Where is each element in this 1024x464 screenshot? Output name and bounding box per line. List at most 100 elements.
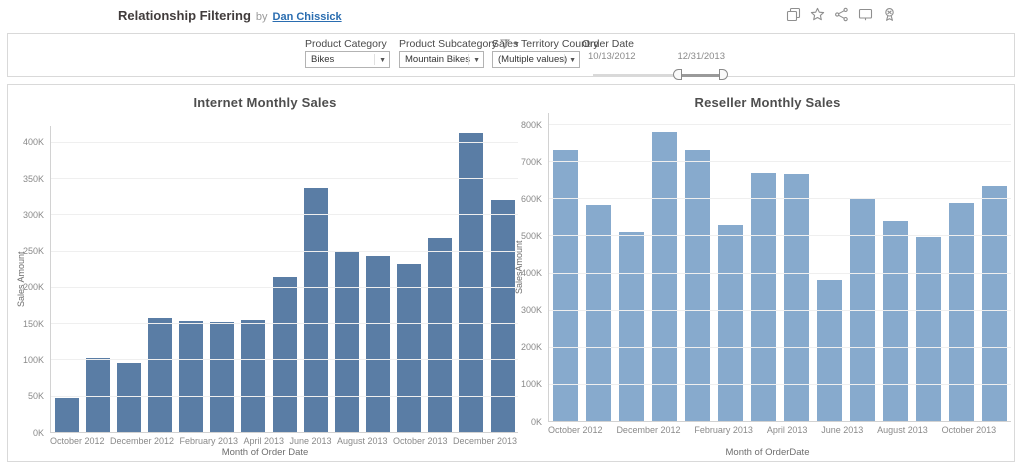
- favorite-star-icon[interactable]: [810, 7, 825, 22]
- bar[interactable]: [148, 318, 172, 432]
- gridline: [549, 124, 1011, 125]
- sales-territory-country-select[interactable]: (Multiple values) ▼: [492, 51, 580, 68]
- dashboard-panel: Internet Monthly Sales Sales Amount Octo…: [7, 84, 1015, 462]
- download-icon[interactable]: [858, 7, 873, 22]
- gridline: [51, 359, 518, 360]
- bar[interactable]: [210, 322, 234, 432]
- y-tick-label: 400K: [10, 137, 44, 147]
- bar[interactable]: [491, 200, 515, 432]
- product-subcategory-select[interactable]: Mountain Bikes ▼: [399, 51, 484, 68]
- slider-selected-range[interactable]: [678, 74, 724, 77]
- x-tick-label: December 2012: [616, 425, 680, 435]
- x-axis-title: Month of OrderDate: [520, 447, 1015, 458]
- bar[interactable]: [179, 321, 203, 432]
- bar[interactable]: [241, 320, 265, 432]
- y-tick-label: 0K: [10, 428, 44, 438]
- share-icon[interactable]: [834, 7, 849, 22]
- filter-sales-territory-country: Sales Territory Country (Multiple values…: [492, 38, 582, 50]
- y-tick-label: 0K: [520, 417, 542, 427]
- x-tick-label: [807, 425, 821, 435]
- bar[interactable]: [553, 150, 578, 421]
- x-tick-label: December 2012: [110, 436, 174, 446]
- gridline: [51, 251, 518, 252]
- bar[interactable]: [619, 232, 644, 421]
- x-tick-label: October 2013: [393, 436, 448, 446]
- bar-slot: [176, 126, 207, 432]
- select-divider: [468, 54, 469, 65]
- chevron-down-icon: ▼: [569, 53, 576, 68]
- select-divider: [374, 54, 375, 65]
- bar[interactable]: [117, 363, 141, 432]
- x-tick-label: August 2013: [877, 425, 928, 435]
- product-category-select[interactable]: Bikes ▼: [305, 51, 390, 68]
- y-tick-label: 350K: [10, 174, 44, 184]
- bar-slot: [582, 113, 615, 421]
- x-tick-label: February 2013: [694, 425, 753, 435]
- x-tick-label: October 2012: [50, 436, 105, 446]
- duplicate-icon[interactable]: [786, 7, 801, 22]
- x-axis-title: Month of Order Date: [10, 447, 520, 458]
- bar-slot: [945, 113, 978, 421]
- x-tick-label: April 2013: [244, 436, 285, 446]
- y-tick-label: 300K: [10, 210, 44, 220]
- bar-slot: [425, 126, 456, 432]
- filter-panel: Product Category Bikes ▼ Product Subcate…: [7, 33, 1015, 77]
- bar-slot: [51, 126, 82, 432]
- gridline: [549, 384, 1011, 385]
- author-link[interactable]: Dan Chissick: [273, 11, 342, 23]
- y-tick-label: 700K: [520, 157, 542, 167]
- filter-product-subcategory: Product Subcategory ▼ Mountain Bikes ▼: [399, 38, 485, 50]
- bar[interactable]: [916, 237, 941, 421]
- bar[interactable]: [883, 221, 908, 421]
- gridline: [549, 161, 1011, 162]
- bar[interactable]: [817, 280, 842, 421]
- bar[interactable]: [397, 264, 421, 432]
- x-tick-label: [996, 425, 1010, 435]
- gridline: [51, 214, 518, 215]
- bar[interactable]: [335, 251, 359, 432]
- bar[interactable]: [586, 205, 611, 421]
- bar-slot: [300, 126, 331, 432]
- bar-slot: [362, 126, 393, 432]
- y-tick-label: 400K: [520, 268, 542, 278]
- bar[interactable]: [366, 256, 390, 432]
- select-value: Bikes: [311, 54, 334, 65]
- bar[interactable]: [273, 277, 297, 432]
- gridline: [549, 273, 1011, 274]
- x-tick-label: February 2013: [180, 436, 239, 446]
- x-tick-label: August 2013: [337, 436, 388, 446]
- bar-slot: [394, 126, 425, 432]
- slider-handle-start[interactable]: [673, 69, 682, 80]
- bar[interactable]: [718, 225, 743, 421]
- y-tick-label: 200K: [10, 282, 44, 292]
- date-range-slider[interactable]: [593, 69, 717, 81]
- bar-slot: [456, 126, 487, 432]
- filter-label: Product Subcategory: [399, 38, 497, 50]
- bar[interactable]: [652, 132, 677, 421]
- bar-slot: [82, 126, 113, 432]
- chart-title: Reseller Monthly Sales: [520, 95, 1015, 110]
- bar-slot: [879, 113, 912, 421]
- bar[interactable]: [982, 186, 1007, 421]
- chart-title: Internet Monthly Sales: [10, 95, 520, 110]
- plot-area: [548, 113, 1011, 422]
- gridline: [549, 235, 1011, 236]
- award-badge-icon[interactable]: [882, 7, 897, 22]
- slider-handle-end[interactable]: [719, 69, 728, 80]
- x-tick-label: October 2012: [548, 425, 603, 435]
- filter-product-category: Product Category Bikes ▼: [305, 38, 391, 50]
- gridline: [51, 396, 518, 397]
- y-tick-label: 200K: [520, 342, 542, 352]
- x-tick-label: June 2013: [289, 436, 331, 446]
- y-tick-label: 50K: [10, 391, 44, 401]
- bar[interactable]: [685, 150, 710, 421]
- x-tick-label: October 2013: [942, 425, 997, 435]
- bar[interactable]: [55, 398, 79, 432]
- bar-slot: [238, 126, 269, 432]
- slider-track[interactable]: [593, 74, 678, 76]
- titlebar: Relationship Filtering by Dan Chissick: [118, 8, 342, 23]
- bar-slot: [912, 113, 945, 421]
- x-tick-label: April 2013: [767, 425, 808, 435]
- bar[interactable]: [428, 238, 452, 432]
- x-tick-label: June 2013: [821, 425, 863, 435]
